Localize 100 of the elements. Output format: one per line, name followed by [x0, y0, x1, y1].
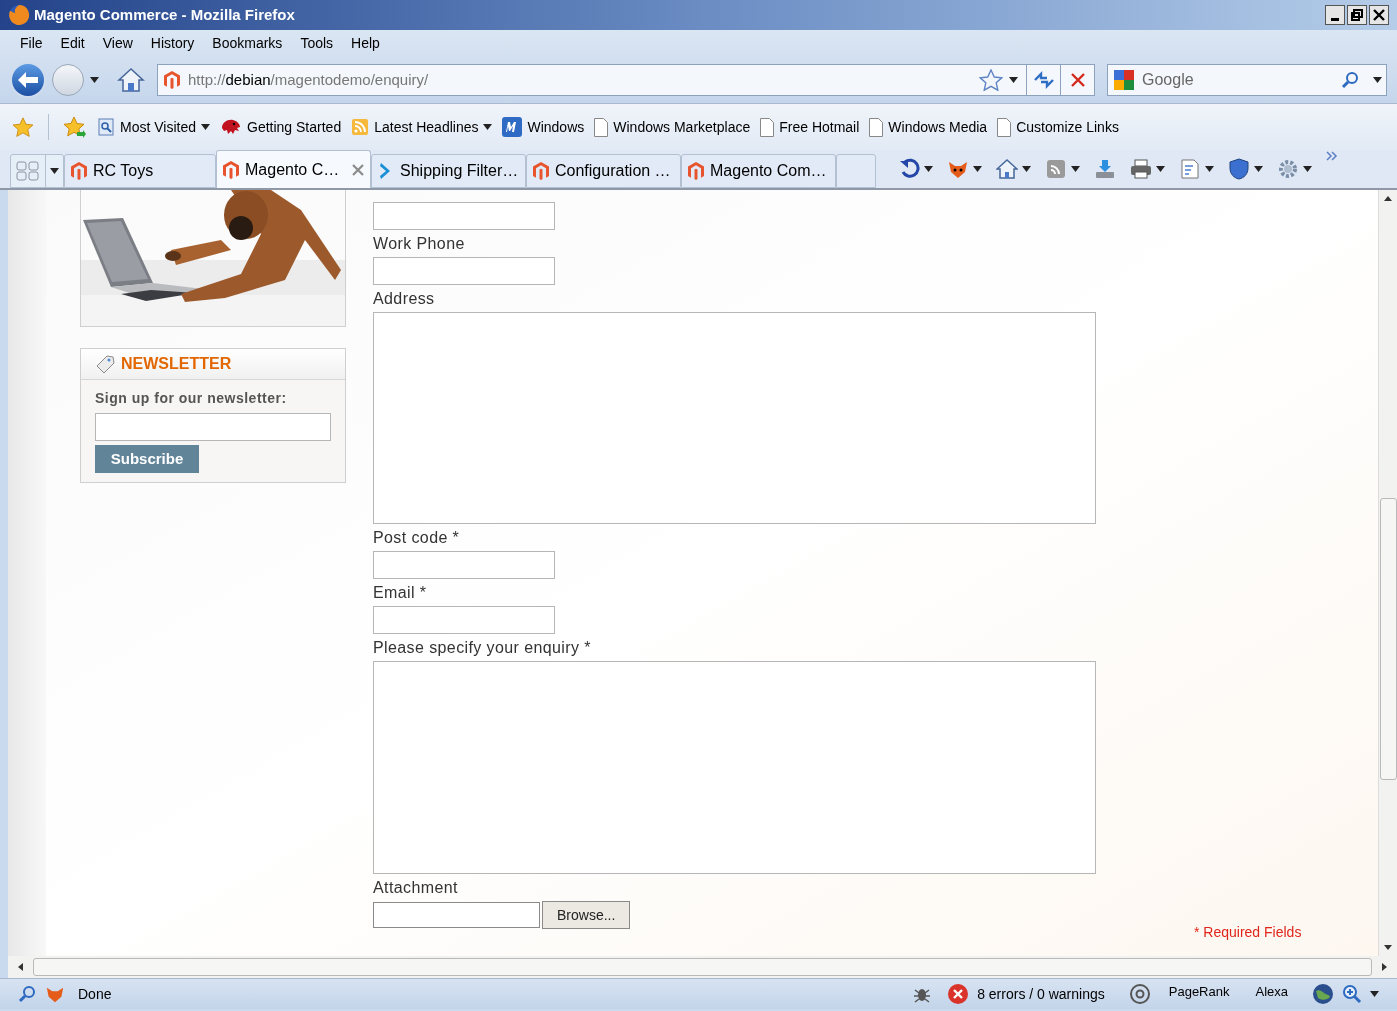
menu-item[interactable]: History	[142, 33, 203, 54]
blank-page-icon	[869, 117, 884, 137]
dropdown-caret-icon[interactable]	[1370, 991, 1379, 997]
star-icon[interactable]	[979, 69, 1003, 91]
star-icon[interactable]	[12, 116, 34, 138]
shield-icon[interactable]	[1228, 158, 1250, 180]
bookmark-page-icon	[97, 118, 115, 136]
search-icon[interactable]	[1341, 71, 1359, 89]
history-caret-icon[interactable]	[90, 77, 99, 83]
close-tab-icon[interactable]	[352, 163, 364, 176]
home-icon[interactable]	[117, 66, 145, 94]
bookmark-item[interactable]: Latest Headlines	[351, 116, 493, 138]
download-icon[interactable]	[1094, 158, 1116, 180]
bookmark-item[interactable]: Getting Started	[220, 116, 342, 138]
search-input[interactable]: Google	[1142, 68, 1322, 92]
back-arrow-icon	[18, 72, 38, 88]
browser-tab[interactable]: Magento Com…	[681, 154, 836, 188]
tag-icon	[95, 354, 115, 374]
zoom-in-icon[interactable]	[1342, 984, 1362, 1004]
address-bar[interactable]: http://debian/magentodemo/enquiry/	[157, 64, 1095, 96]
field-label: Post code *	[373, 528, 461, 548]
magento-logo-icon	[688, 162, 704, 180]
scroll-right-arrow-icon[interactable]	[1382, 963, 1387, 971]
horizontal-scrollbar[interactable]	[8, 956, 1397, 978]
bookmark-item[interactable]: Free Hotmail	[760, 116, 860, 138]
window-title: Magento Commerce - Mozilla Firefox	[34, 4, 295, 25]
menu-item[interactable]: Tools	[292, 33, 342, 54]
bookmark-item[interactable]: Windows Marketplace	[594, 116, 751, 138]
magento-logo-icon	[223, 160, 239, 179]
subscribe-button[interactable]: Subscribe	[95, 445, 199, 473]
dropdown-caret-icon[interactable]	[483, 124, 493, 130]
browser-tab[interactable]: RC Toys	[64, 154, 216, 188]
dropdown-caret-icon[interactable]	[973, 166, 982, 172]
google-logo-icon	[1112, 68, 1136, 92]
dropdown-caret-icon[interactable]	[1009, 77, 1018, 83]
dropdown-caret-icon[interactable]	[1254, 166, 1263, 172]
newsletter-label: Sign up for our newsletter:	[95, 389, 288, 408]
browse-button[interactable]: Browse...	[542, 901, 631, 929]
browser-tab[interactable]: Magento C…	[216, 150, 371, 188]
dropdown-caret-icon[interactable]	[1303, 166, 1312, 172]
printer-icon[interactable]	[1130, 158, 1152, 180]
dropdown-caret-icon[interactable]	[1373, 77, 1382, 83]
star-arrow-icon[interactable]	[63, 116, 87, 138]
dropdown-caret-icon[interactable]	[201, 124, 210, 130]
bookmark-item[interactable]: Customize Links	[997, 116, 1119, 138]
scrollbar-thumb[interactable]	[33, 958, 1372, 976]
search-field[interactable]: Google	[1107, 64, 1387, 96]
restore-button[interactable]	[1347, 5, 1367, 25]
field-label: Attachment	[373, 878, 459, 898]
magento-logo-icon	[533, 162, 549, 180]
dropdown-caret-icon[interactable]	[1071, 166, 1080, 172]
scroll-down-arrow-icon[interactable]	[1384, 945, 1392, 950]
dropdown-caret-icon[interactable]	[924, 166, 933, 172]
magento-logo-icon	[164, 71, 180, 89]
blank-page-icon	[594, 117, 609, 137]
menu-item[interactable]: Bookmarks	[204, 33, 291, 54]
close-button[interactable]	[1369, 5, 1389, 25]
minimize-button[interactable]	[1325, 5, 1345, 25]
field-label: Address	[373, 289, 436, 309]
text-field[interactable]	[373, 257, 555, 285]
dropdown-caret-icon[interactable]	[1205, 166, 1214, 172]
error-count-text[interactable]: 8 errors / 0 warnings	[977, 983, 1105, 1005]
error-icon[interactable]	[947, 983, 970, 1005]
bookmark-item[interactable]: Windows Media	[869, 116, 988, 138]
dropdown-caret-icon[interactable]	[1022, 166, 1031, 172]
undo-icon[interactable]	[898, 158, 920, 180]
alexa-label[interactable]: Alexa	[1255, 982, 1288, 1002]
rss-feed-icon	[351, 118, 370, 136]
text-field[interactable]	[373, 551, 555, 579]
text-field[interactable]	[373, 606, 555, 634]
vertical-scrollbar[interactable]	[1378, 190, 1397, 956]
scroll-up-arrow-icon[interactable]	[1384, 196, 1392, 201]
status-text: Done	[78, 984, 112, 1004]
field-label: Work Phone	[373, 234, 466, 254]
browser-tab[interactable]: Shipping Filter…	[371, 154, 526, 188]
globe-icon[interactable]	[1312, 983, 1334, 1005]
menu-item[interactable]: Help	[343, 33, 388, 54]
text-field[interactable]	[373, 202, 555, 230]
file-path-field[interactable]	[373, 902, 540, 928]
blank-page-icon	[760, 117, 775, 137]
email-field[interactable]	[95, 413, 331, 441]
url-text: http://debian/magentodemo/enquiry/	[188, 69, 429, 90]
bookmark-item[interactable]: Windows	[502, 116, 585, 138]
back-button[interactable]	[10, 62, 46, 98]
menu-item[interactable]: View	[94, 33, 141, 54]
tab-list-caret-icon[interactable]	[50, 168, 59, 174]
scrollbar-thumb[interactable]	[1380, 498, 1397, 780]
required-fields-note: * Required Fields	[1194, 923, 1302, 942]
bookmark-item[interactable]: Most Visited	[97, 116, 210, 138]
chevron-more-icon[interactable]	[1326, 151, 1338, 161]
dropdown-caret-icon[interactable]	[1156, 166, 1165, 172]
close-icon	[1070, 73, 1085, 87]
menu-item[interactable]: Edit	[52, 33, 93, 54]
scroll-left-arrow-icon[interactable]	[18, 963, 23, 971]
browser-tab[interactable]: Configuration …	[526, 154, 681, 188]
search-icon[interactable]	[18, 985, 36, 1003]
pagerank-label[interactable]: PageRank	[1168, 982, 1230, 1002]
home-icon[interactable]	[996, 158, 1018, 180]
m-tile-icon	[502, 117, 523, 137]
menu-item[interactable]: File	[12, 33, 51, 54]
